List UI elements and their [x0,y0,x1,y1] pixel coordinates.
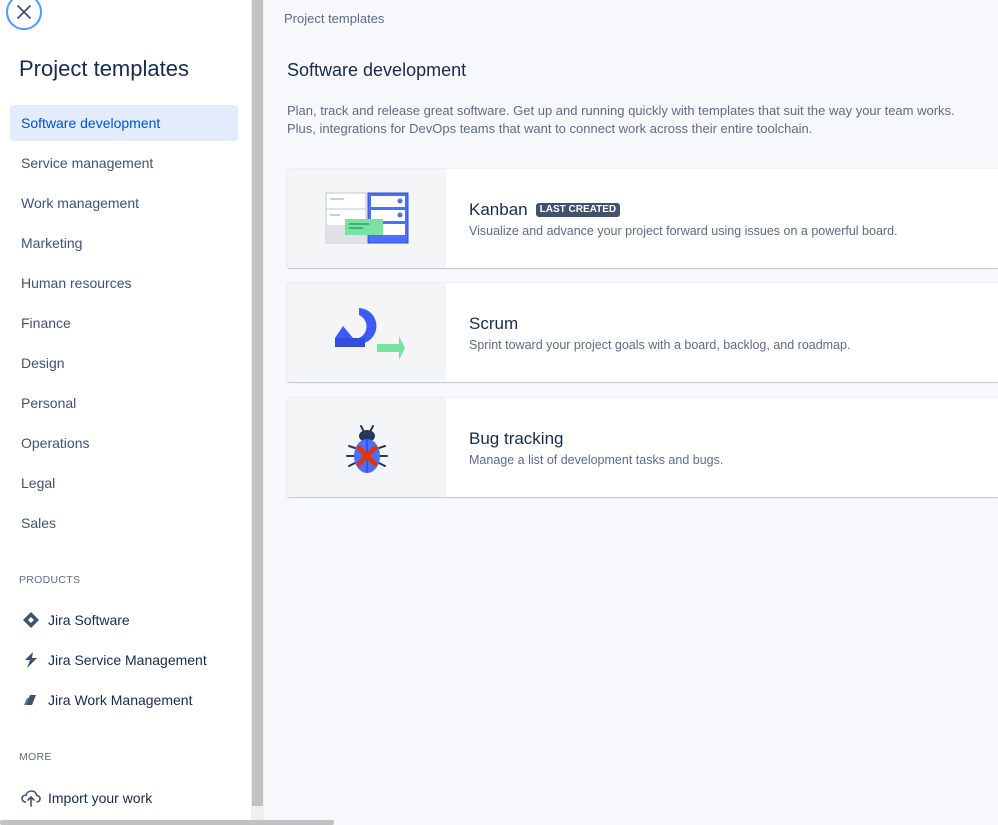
sidebar-scrollbar-thumb[interactable] [252,0,263,806]
product-label: Jira Work Management [48,692,193,708]
cloud-upload-icon [21,788,41,808]
sidebar-item-work-management[interactable]: Work management [10,185,238,221]
product-jira-software[interactable]: Jira Software [19,600,239,640]
sidebar-item-legal[interactable]: Legal [10,465,238,501]
sidebar-item-marketing[interactable]: Marketing [10,225,238,261]
sidebar-item-sales[interactable]: Sales [10,505,238,541]
template-description: Visualize and advance your project forwa… [469,224,898,238]
sidebar-item-design[interactable]: Design [10,345,238,381]
product-label: Jira Service Management [48,652,207,668]
template-name-row: Kanban LAST CREATED [469,200,621,220]
template-name: Bug tracking [469,429,564,448]
jira-software-icon [21,610,41,630]
product-label: Jira Software [48,612,130,628]
scrum-illustration [287,283,446,382]
more-section-label: MORE [19,751,52,763]
template-card-scrum[interactable]: Scrum Sprint toward your project goals w… [287,283,998,382]
import-label: Import your work [48,790,153,806]
sidebar-item-finance[interactable]: Finance [10,305,238,341]
template-description: Manage a list of development tasks and b… [469,453,724,467]
page-description: Plan, track and release great software. … [287,103,955,136]
close-button[interactable] [6,0,42,30]
products-section-label: PRODUCTS [19,574,81,586]
template-name-row: Scrum [469,314,518,334]
sidebar-item-service-management[interactable]: Service management [10,145,238,181]
product-jira-work-management[interactable]: Jira Work Management [19,680,239,720]
kanban-illustration [287,169,446,268]
more-list: Import your work [19,778,239,818]
sidebar: Project templates Software development S… [0,0,251,825]
jira-work-management-icon [21,690,41,710]
sidebar-item-personal[interactable]: Personal [10,385,238,421]
sidebar-item-human-resources[interactable]: Human resources [10,265,238,301]
products-list: Jira Software Jira Service Management Ji… [19,600,239,720]
sidebar-scrollbar[interactable] [251,0,264,825]
template-card-kanban[interactable]: Kanban LAST CREATED Visualize and advanc… [287,169,998,268]
import-your-work-link[interactable]: Import your work [19,778,239,818]
close-icon [17,5,31,19]
sidebar-item-operations[interactable]: Operations [10,425,238,461]
template-description: Sprint toward your project goals with a … [469,338,851,352]
template-name-row: Bug tracking [469,429,564,449]
template-name: Scrum [469,314,519,333]
page-title: Software development [287,60,467,80]
sidebar-title: Project templates [19,56,189,81]
bug-illustration [287,398,446,497]
category-list: Software development Service management … [10,105,238,545]
sidebar-item-software-development[interactable]: Software development [10,105,238,141]
template-card-bug-tracking[interactable]: Bug tracking Manage a list of developmen… [287,398,998,497]
template-name: Kanban [469,200,528,219]
breadcrumb[interactable]: Project templates [284,11,384,26]
last-created-badge: LAST CREATED [535,203,621,217]
product-jira-service-management[interactable]: Jira Service Management [19,640,239,680]
horizontal-scrollbar-thumb[interactable] [0,820,334,825]
jira-service-management-icon [21,650,41,670]
